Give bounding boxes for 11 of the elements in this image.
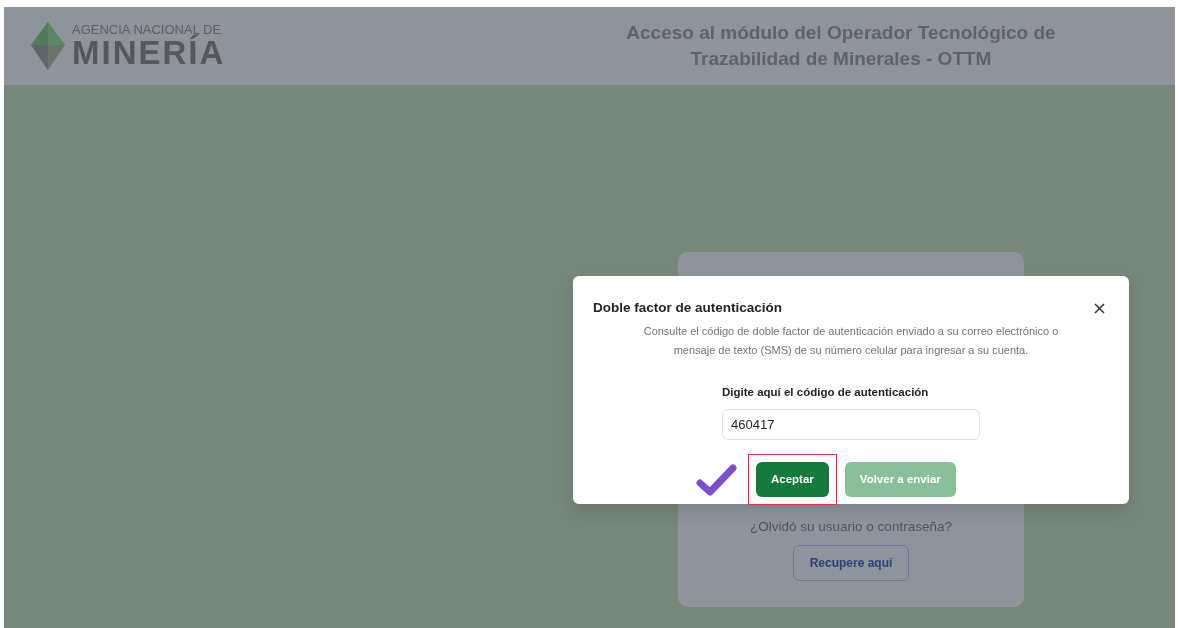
forgot-credentials-text: ¿Olvidó su usuario o contraseña? [750, 517, 952, 536]
code-label: Digite aquí el código de autenticación [722, 384, 930, 400]
accept-button[interactable]: Aceptar [756, 461, 829, 498]
close-icon[interactable] [1094, 302, 1105, 314]
modal-description: Consulte el código de doble factor de autenticación enviado a su correo electrónico o mensaje de texto (SMS) de su número celular para ingresar a su cuenta. [642, 324, 1060, 358]
checkmark-icon [695, 462, 737, 497]
code-input[interactable]: 460417 [722, 408, 980, 440]
recover-button[interactable]: Recupere aquí [792, 545, 910, 581]
modal-title: Doble factor de autenticación [593, 299, 783, 317]
logo-wordmark: MINERÍA [72, 36, 226, 69]
diamond-logo-icon [30, 21, 66, 71]
